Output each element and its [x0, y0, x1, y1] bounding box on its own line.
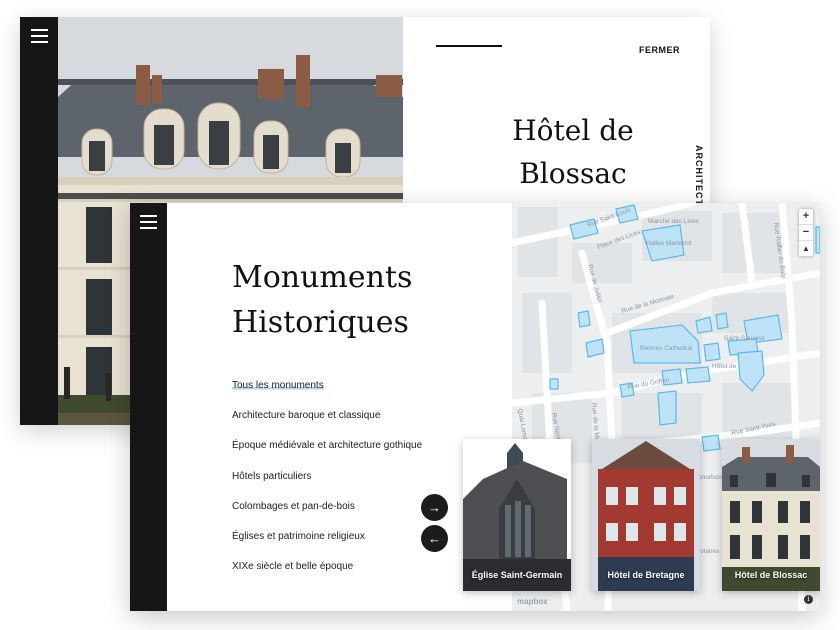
- page-title-line-2: Historiques: [232, 305, 409, 340]
- category-item-label: Époque médiévale et architecture gothiqu…: [232, 440, 423, 452]
- category-list: Tous les monuments Architecture baroque …: [232, 379, 422, 590]
- map-label: Halles Martenot: [646, 240, 692, 247]
- map-label: Rennes Cathedral: [640, 345, 693, 352]
- monument-card-hotel-de-bretagne[interactable]: Hôtel de Bretagne: [592, 439, 700, 591]
- monuments-card: Monuments Historiques Tous les monuments…: [130, 203, 820, 611]
- monument-title: Hôtel de Blossac: [463, 109, 683, 195]
- menu-icon[interactable]: [140, 215, 157, 229]
- arrow-left-icon: ←: [428, 531, 441, 546]
- mapbox-logo[interactable]: mapbox: [517, 597, 548, 606]
- monument-card-label: Hôtel de Blossac: [734, 570, 808, 580]
- map-label: Saint-Sauveur: [724, 335, 766, 342]
- category-item-label: Hôtels particuliers: [232, 470, 312, 482]
- info-icon[interactable]: i: [804, 595, 813, 604]
- page-title: Monuments Historiques: [232, 255, 412, 345]
- next-button[interactable]: →: [421, 494, 448, 521]
- arrow-right-icon: →: [428, 500, 441, 515]
- category-item-medieval[interactable]: Époque médiévale et architecture gothiqu…: [232, 439, 422, 469]
- monument-card-eglise-saint-germain[interactable]: Église Saint-Germain: [463, 439, 571, 591]
- page-title-line-1: Monuments: [232, 260, 413, 295]
- monument-card-label: Hôtel de Bretagne: [607, 570, 685, 580]
- category-item-xixe[interactable]: XIXe siècle et belle époque: [232, 560, 422, 590]
- prev-button[interactable]: ←: [421, 525, 448, 552]
- category-item-label: Colombages et pan-de-bois: [232, 500, 355, 512]
- zoom-in-button[interactable]: +: [799, 209, 813, 225]
- category-item-label: Tous les monuments: [232, 380, 324, 391]
- menu-icon[interactable]: [31, 29, 48, 43]
- map-label: bourbon: [698, 474, 722, 481]
- monument-card-hotel-de-blossac[interactable]: Hôtel de Blossac: [722, 439, 820, 591]
- category-item-label: XIXe siècle et belle époque: [232, 561, 354, 573]
- map-label: Hôtel de: [712, 363, 737, 370]
- compass-button[interactable]: ▲: [799, 241, 813, 256]
- category-item-all[interactable]: Tous les monuments: [232, 379, 422, 409]
- sidebar: [20, 17, 58, 425]
- category-item-colombages[interactable]: Colombages et pan-de-bois: [232, 500, 422, 530]
- category-item-label: Architecture baroque et classique: [232, 410, 381, 422]
- monument-title-line-2: Blossac: [519, 157, 627, 190]
- map-label: Marché des Lices: [648, 218, 700, 225]
- map-label: otaires: [700, 548, 720, 555]
- monument-title-line-1: Hôtel de: [512, 114, 634, 147]
- zoom-controls: + − ▲: [799, 209, 813, 256]
- category-item-hotels[interactable]: Hôtels particuliers: [232, 470, 422, 500]
- title-rule: [436, 45, 502, 47]
- monument-card-label: Église Saint-Germain: [471, 570, 563, 580]
- close-button[interactable]: FERMER: [639, 45, 680, 55]
- category-item-baroque[interactable]: Architecture baroque et classique: [232, 409, 422, 439]
- zoom-out-button[interactable]: −: [799, 225, 813, 241]
- category-item-label: Églises et patrimoine religieux: [232, 530, 365, 542]
- sidebar: [130, 203, 167, 611]
- category-item-eglises[interactable]: Églises et patrimoine religieux: [232, 530, 422, 560]
